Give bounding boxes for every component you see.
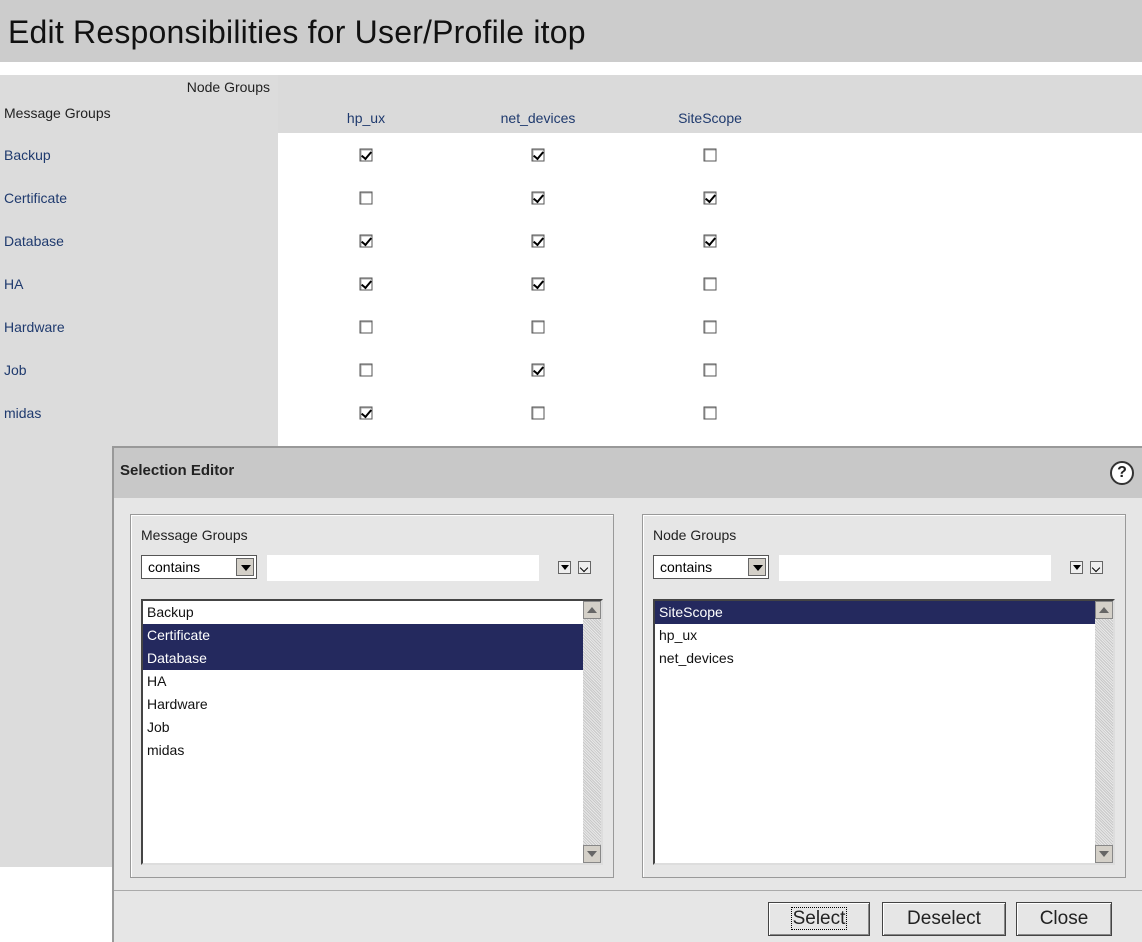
message-groups-list: Backup Certificate Database HA Hardware Job mi… [143,601,583,762]
selection-editor-header: Selection Editor ? [114,448,1142,498]
checkbox-hardware-net_devices[interactable] [531,320,545,334]
checkbox-certificate-hp_ux[interactable] [359,191,373,205]
row-header-database[interactable]: Database [4,233,64,249]
checkbox-hardware-hp_ux[interactable] [359,320,373,334]
checkbox-midas-hp_ux[interactable] [359,406,373,420]
checkbox-database-net_devices[interactable] [531,234,545,248]
scroll-up-icon[interactable] [1095,601,1113,619]
corner-label-message-groups: Message Groups [4,105,111,121]
message-groups-listbox[interactable]: Backup Certificate Database HA Hardware Job mi… [141,599,603,865]
node-groups-filter-input[interactable] [779,555,1051,581]
checkbox-backup-net_devices[interactable] [531,148,545,162]
message-groups-filter-input[interactable] [267,555,539,581]
chevron-down-icon[interactable] [236,558,254,576]
checkbox-ha-hp_ux[interactable] [359,277,373,291]
node-groups-filter-mode-value: contains [660,559,713,575]
list-item[interactable]: Database [143,647,583,670]
title-bar: Edit Responsibilities for User/Profile i… [0,0,1142,62]
checkbox-database-SiteScope[interactable] [703,234,717,248]
node-groups-panel: Node Groups contains SiteScope hp_ux net_d… [642,514,1126,878]
select-button-label: Select [790,907,848,930]
checkbox-job-net_devices[interactable] [531,363,545,377]
list-item[interactable]: Job [143,716,583,739]
list-item[interactable]: midas [143,739,583,762]
list-item[interactable]: Backup [143,601,583,624]
node-groups-filter-mode[interactable]: contains [653,555,769,579]
checkbox-midas-SiteScope[interactable] [703,406,717,420]
checkbox-job-SiteScope[interactable] [703,363,717,377]
help-icon[interactable]: ? [1110,461,1134,485]
page-title: Edit Responsibilities for User/Profile i… [8,14,586,50]
message-groups-scrollbar[interactable] [583,601,601,863]
close-button[interactable]: Close [1016,902,1112,936]
checkbox-backup-hp_ux[interactable] [359,148,373,162]
node-groups-list: SiteScope hp_ux net_devices [655,601,1095,670]
filter-apply-icon[interactable] [1070,561,1083,574]
selection-editor-title: Selection Editor [120,462,235,479]
deselect-button-label: Deselect [907,908,981,929]
checkbox-midas-net_devices[interactable] [531,406,545,420]
row-header-job[interactable]: Job [4,362,27,378]
deselect-button[interactable]: Deselect [882,902,1006,936]
node-groups-listbox[interactable]: SiteScope hp_ux net_devices [653,599,1115,865]
node-groups-label: Node Groups [653,527,737,543]
selection-editor: Selection Editor ? Message Groups contai… [112,446,1142,942]
checkbox-certificate-SiteScope[interactable] [703,191,717,205]
scroll-down-icon[interactable] [583,845,601,863]
checkbox-ha-SiteScope[interactable] [703,277,717,291]
filter-apply-icon[interactable] [558,561,571,574]
row-header-midas[interactable]: midas [4,405,41,421]
checkbox-job-hp_ux[interactable] [359,363,373,377]
scroll-down-icon[interactable] [1095,845,1113,863]
list-item[interactable]: HA [143,670,583,693]
scroll-up-icon[interactable] [583,601,601,619]
list-item[interactable]: Certificate [143,624,583,647]
message-groups-label: Message Groups [141,527,248,543]
list-item[interactable]: hp_ux [655,624,1095,647]
checkbox-database-hp_ux[interactable] [359,234,373,248]
corner-label-node-groups: Node Groups [186,79,270,95]
column-header-net_devices[interactable]: net_devices [478,110,598,126]
message-groups-panel: Message Groups contains Backup Certificat… [130,514,614,878]
row-header-hardware[interactable]: Hardware [4,319,65,335]
list-item[interactable]: Hardware [143,693,583,716]
filter-clear-icon[interactable] [1090,561,1103,574]
column-header-hp_ux[interactable]: hp_ux [306,110,426,126]
chevron-down-icon[interactable] [748,558,766,576]
message-groups-filter-mode-value: contains [148,559,201,575]
list-item[interactable]: net_devices [655,647,1095,670]
editor-footer-divider [114,890,1142,891]
filter-clear-icon[interactable] [578,561,591,574]
column-header-SiteScope[interactable]: SiteScope [650,110,770,126]
row-header-backup[interactable]: Backup [4,147,51,163]
node-groups-scrollbar[interactable] [1095,601,1113,863]
close-button-label: Close [1039,908,1089,929]
list-item[interactable]: SiteScope [655,601,1095,624]
message-groups-filter-mode[interactable]: contains [141,555,257,579]
checkbox-hardware-SiteScope[interactable] [703,320,717,334]
select-button[interactable]: Select [768,902,870,936]
checkbox-certificate-net_devices[interactable] [531,191,545,205]
checkbox-backup-SiteScope[interactable] [703,148,717,162]
row-header-certificate[interactable]: Certificate [4,190,67,206]
row-header-ha[interactable]: HA [4,276,23,292]
checkbox-ha-net_devices[interactable] [531,277,545,291]
